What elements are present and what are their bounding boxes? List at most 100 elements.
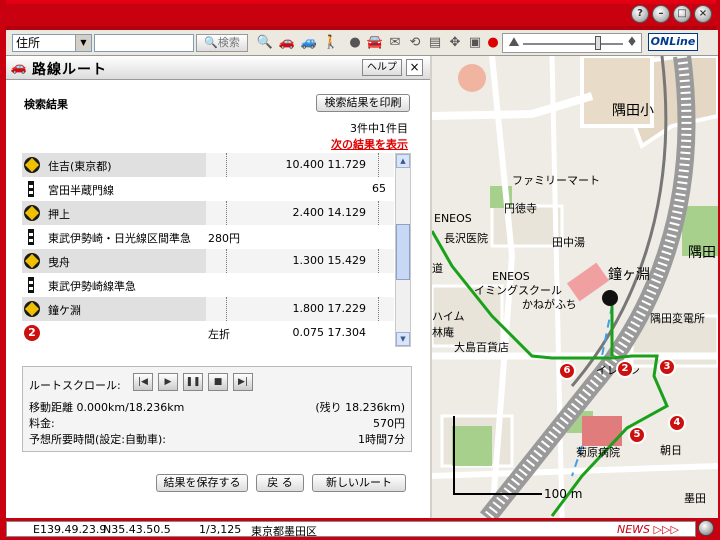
route-row[interactable]: 東武伊勢崎線準急 xyxy=(22,273,394,297)
help-window-button[interactable]: ? xyxy=(631,5,649,23)
route-car-icon[interactable]: 🚘 xyxy=(366,34,384,52)
route-row[interactable]: 宮田半蔵門線 65 xyxy=(22,177,394,201)
scroll-up-button[interactable]: ▲ xyxy=(396,154,410,168)
back-button[interactable]: 戻 る xyxy=(256,474,304,492)
status-bar-inner: E139.49.23.9 N35.43.50.5 1/3,125 東京都墨田区 … xyxy=(6,521,696,538)
route-cumulative: 17.229 xyxy=(327,302,367,315)
divider xyxy=(226,249,227,273)
divider xyxy=(378,249,379,273)
time-label: 予想所要時間(設定:自動車): xyxy=(29,433,166,446)
scroll-thumb[interactable] xyxy=(396,224,410,280)
fare-label: 料金: xyxy=(29,417,55,430)
route-row[interactable]: 2 左折 0.075 17.304 xyxy=(22,321,394,345)
route-name: 東武伊勢崎・日光線区間準急 xyxy=(48,232,191,245)
route-control-box: ルートスクロール: |◀ ▶ ❚❚ ■ ▶| 移動距離 0.000km/18.2… xyxy=(22,366,412,452)
route-row[interactable]: 曳舟 1.300 15.429 xyxy=(22,249,394,273)
divider xyxy=(378,153,379,177)
route-cumulative: 15.429 xyxy=(327,254,367,267)
walk-icon[interactable]: 🚶 xyxy=(322,34,340,52)
online-logo[interactable]: ONLine xyxy=(648,33,698,51)
play-button[interactable]: ▶ xyxy=(158,373,178,391)
moved-value: 0.000km/18.236km xyxy=(76,401,185,414)
chevron-down-icon[interactable]: ▼ xyxy=(75,35,91,51)
route-row[interactable]: 住吉(東京都) 10.400 11.729 xyxy=(22,153,394,177)
close-panel-button[interactable]: × xyxy=(406,59,423,76)
help-button[interactable]: ヘルプ xyxy=(362,59,402,76)
route-name: 東武伊勢崎線準急 xyxy=(48,280,136,293)
title-bar-inner xyxy=(4,4,716,26)
panel-title: 路線ルート xyxy=(32,62,107,78)
skip-forward-button[interactable]: ▶| xyxy=(233,373,253,391)
print-results-button[interactable]: 検索結果を印刷 xyxy=(316,94,410,112)
route-marker[interactable]: 2 xyxy=(616,360,634,378)
pause-button[interactable]: ❚❚ xyxy=(183,373,203,391)
turn-number-icon: 2 xyxy=(24,325,40,341)
route-list-scrollbar[interactable]: ▲ ▼ xyxy=(395,153,411,347)
map-scale-label: 100 m xyxy=(544,487,583,501)
refresh-icon[interactable]: ⟲ xyxy=(406,34,424,52)
person-car-icon[interactable]: 🚙 xyxy=(300,34,318,52)
zoom-thumb[interactable] xyxy=(595,36,601,50)
station-icon xyxy=(24,205,40,221)
mountain-icon: ⛰ xyxy=(508,35,520,50)
route-name: 宮田半蔵門線 xyxy=(48,184,114,197)
time-value: 1時間7分 xyxy=(358,433,405,446)
route-cumulative: 11.729 xyxy=(327,158,367,171)
route-list[interactable]: 住吉(東京都) 10.400 11.729 宮田半蔵門線 65 押上 2.400 14.129… xyxy=(22,153,394,347)
mail-icon[interactable]: ✉ xyxy=(386,34,404,52)
maximize-button[interactable]: □ xyxy=(673,5,691,23)
divider xyxy=(226,297,227,321)
map-label-entokuji: 円徳寺 xyxy=(504,202,537,215)
next-result-link[interactable]: 次の結果を表示 xyxy=(331,136,408,152)
save-result-button[interactable]: 結果を保存する xyxy=(156,474,248,492)
close-window-button[interactable]: × xyxy=(694,5,712,23)
route-name-cell xyxy=(22,321,206,345)
car-icon[interactable]: 🚗 xyxy=(278,34,296,52)
route-distance: 0.075 xyxy=(292,326,325,339)
search-input[interactable] xyxy=(94,34,194,52)
move-icon[interactable]: ✥ xyxy=(446,34,464,52)
route-row[interactable]: 押上 2.400 14.129 xyxy=(22,201,394,225)
skip-back-button[interactable]: |◀ xyxy=(133,373,153,391)
search-type-select[interactable]: 住所 ▼ xyxy=(12,34,92,52)
route-scroll-label: ルートスクロール: xyxy=(29,379,121,392)
train-line-icon xyxy=(28,181,34,197)
map-view[interactable]: 隅田小 ファミリーマート 円徳寺 長沢医院 ENEOS ENEOS 田中湯 イミ… xyxy=(432,56,718,518)
map-scale: 1/3,125 xyxy=(199,523,242,536)
route-marker[interactable]: 6 xyxy=(558,362,576,380)
search-icon: 🔍 xyxy=(204,36,218,49)
route-icon: 🚗 xyxy=(10,60,28,75)
station-marker-icon[interactable] xyxy=(602,290,618,306)
coords-n: N35.43.50.5 xyxy=(103,523,171,536)
magnifier-icon[interactable]: 🔍 xyxy=(256,34,274,52)
route-row[interactable]: 東武伊勢崎・日光線区間準急 280円 xyxy=(22,225,394,249)
map-label-kanegafuchi: かねがふち xyxy=(522,298,577,311)
time-row: 予想所要時間(設定:自動車): 1時間7分 xyxy=(29,431,409,447)
new-route-button[interactable]: 新しいルート xyxy=(312,474,406,492)
status-corner-icon[interactable] xyxy=(698,520,714,536)
map-label-sumida-substation: 隅田変電所 xyxy=(650,312,705,325)
route-row-partial[interactable] xyxy=(22,345,394,347)
minimize-button[interactable]: – xyxy=(652,5,670,23)
route-marker[interactable]: 3 xyxy=(658,358,676,376)
route-marker[interactable]: 4 xyxy=(668,414,686,432)
window-icon[interactable]: ▣ xyxy=(466,34,484,52)
route-name: 曳舟 xyxy=(48,256,70,269)
coords-e: E139.49.23.9 xyxy=(33,523,107,536)
red-dot-icon[interactable]: ● xyxy=(484,34,502,52)
search-button[interactable]: 🔍検索 xyxy=(196,34,248,52)
train-line-icon xyxy=(28,229,34,245)
route-marker[interactable]: 5 xyxy=(628,426,646,444)
map-label-kikuhara: 菊原病院 xyxy=(576,446,620,459)
layers-icon[interactable]: ▤ xyxy=(426,34,444,52)
zoom-slider[interactable]: ⛰ ♦ xyxy=(502,33,642,53)
news-link[interactable]: NEWS ▷▷▷ xyxy=(617,523,679,536)
stop-button[interactable]: ■ xyxy=(208,373,228,391)
map-label-sumida-school: 隅田小 xyxy=(612,103,654,119)
map-label-tanaka: 田中湯 xyxy=(552,236,585,249)
route-row[interactable]: 鐘ケ淵 1.800 17.229 xyxy=(22,297,394,321)
scroll-down-button[interactable]: ▼ xyxy=(396,332,410,346)
status-bar: E139.49.23.9 N35.43.50.5 1/3,125 東京都墨田区 … xyxy=(0,518,720,540)
gray-dot-icon[interactable]: ● xyxy=(346,34,364,52)
map-label-haim: ハイム xyxy=(432,310,465,323)
